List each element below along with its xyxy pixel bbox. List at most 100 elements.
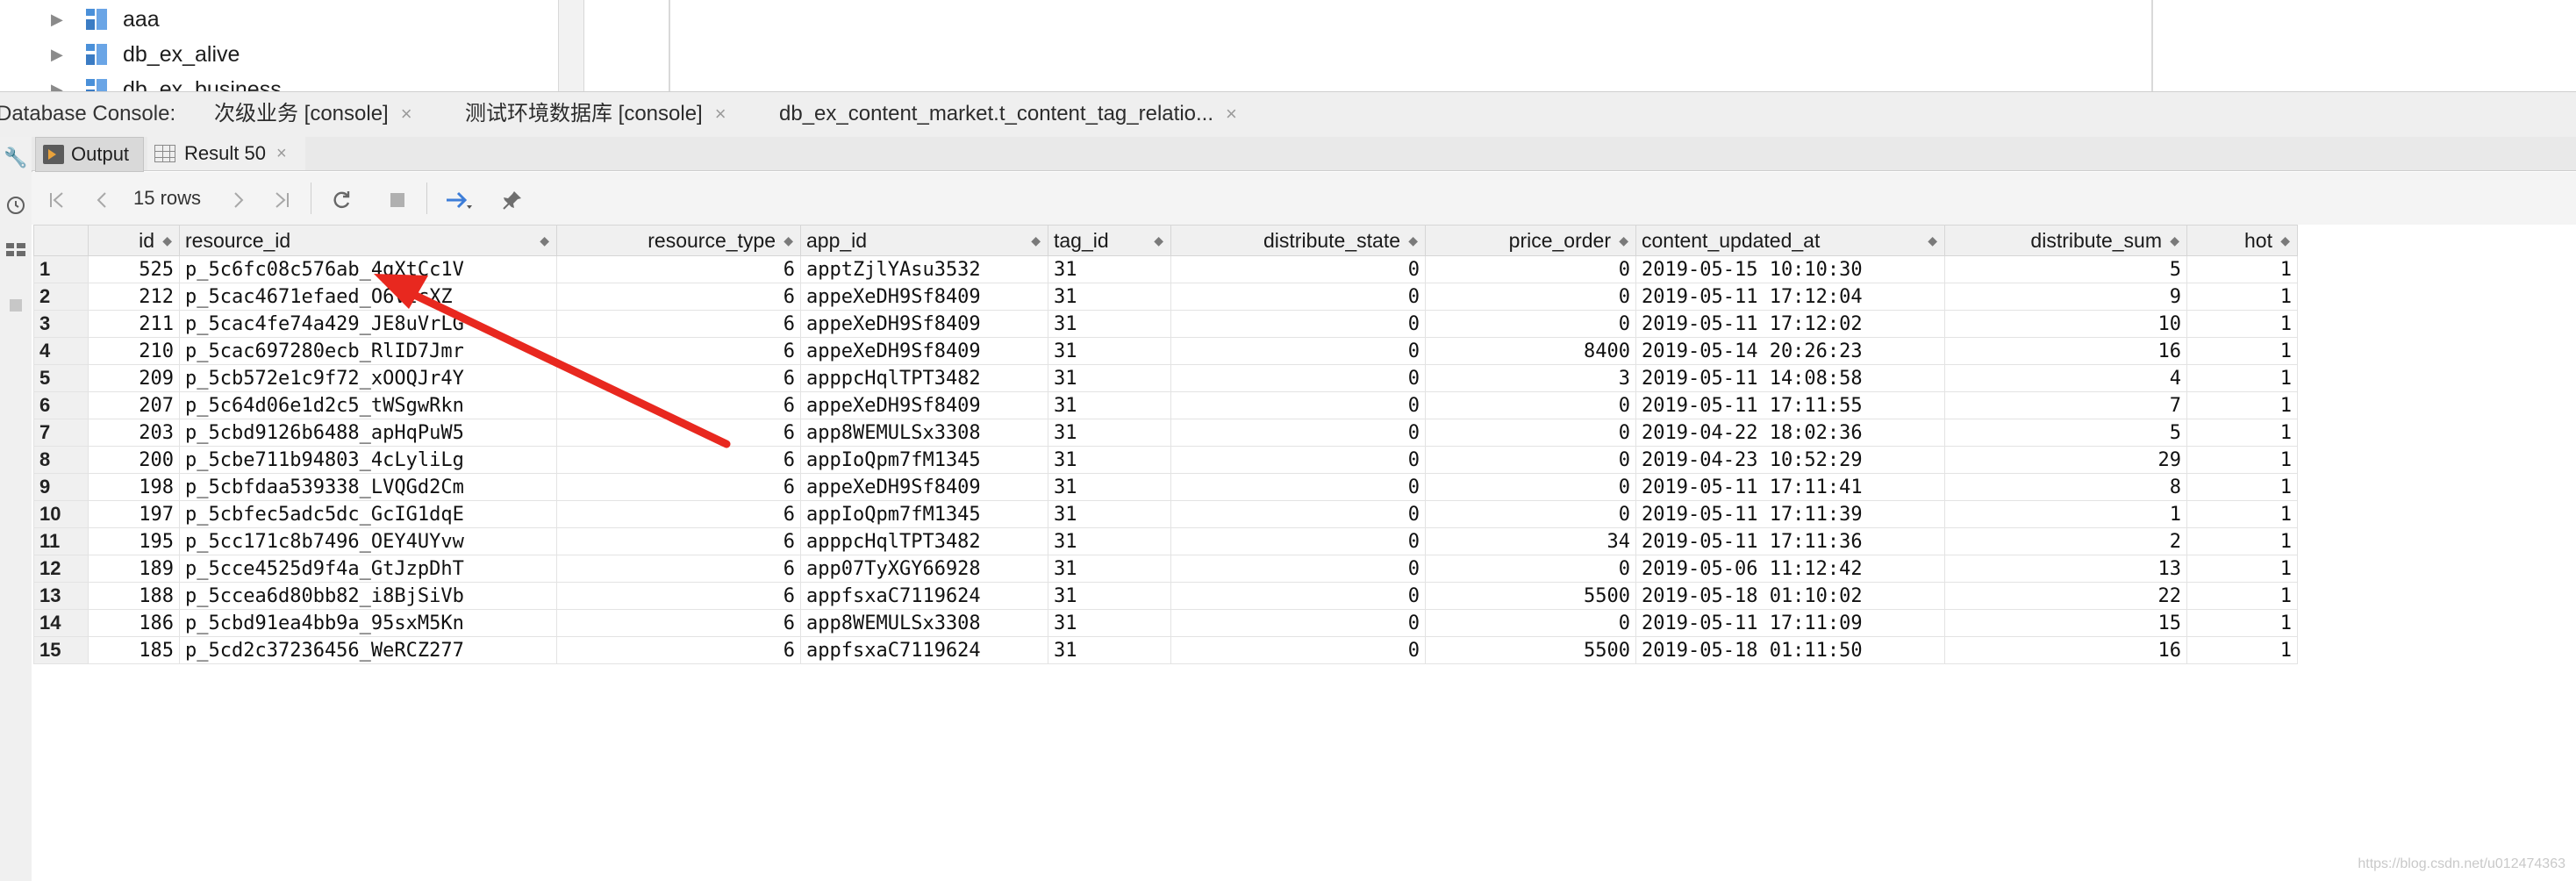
cell-id[interactable]: 188 (88, 582, 180, 610)
cell-id[interactable]: 200 (88, 446, 180, 474)
cell-price-order[interactable]: 5500 (1425, 582, 1636, 610)
sort-icon[interactable]: ◆ (784, 226, 793, 255)
column-header-distribute-state[interactable]: distribute_state ◆ (1170, 225, 1426, 256)
cell-distribute-sum[interactable]: 13 (1944, 555, 2187, 583)
cell-id[interactable]: 207 (88, 391, 180, 419)
row-number[interactable]: 3 (33, 310, 89, 338)
cell-resource-id[interactable]: p_5cac4fe74a429_JE8uVrLG (179, 310, 557, 338)
column-header-price-order[interactable]: price_order ◆ (1425, 225, 1636, 256)
cell-resource-type[interactable]: 6 (556, 255, 801, 283)
cell-content-updated-at[interactable]: 2019-04-22 18:02:36 (1635, 419, 1945, 447)
cell-id[interactable]: 209 (88, 364, 180, 392)
cell-app-id[interactable]: appeXeDH9Sf8409 (800, 310, 1048, 338)
cell-resource-id[interactable]: p_5cbe711b94803_4cLyliLg (179, 446, 557, 474)
cell-tag-id[interactable]: 31 (1048, 582, 1171, 610)
cell-app-id[interactable]: appfsxaC7119624 (800, 582, 1048, 610)
cell-resource-type[interactable]: 6 (556, 500, 801, 528)
table-row[interactable]: 14 186 p_5cbd91ea4bb9a_95sxM5Kn 6 app8WEMULS… (33, 609, 2298, 637)
row-number[interactable]: 9 (33, 473, 89, 501)
cell-tag-id[interactable]: 31 (1048, 446, 1171, 474)
cell-tag-id[interactable]: 31 (1048, 255, 1171, 283)
pin-icon[interactable] (498, 172, 526, 225)
table-row[interactable]: 13 188 p_5ccea6d80bb82_i8BjSiVb 6 appfsxaC71… (33, 582, 2298, 610)
cell-hot[interactable]: 1 (2186, 446, 2298, 474)
cell-tag-id[interactable]: 31 (1048, 473, 1171, 501)
cell-id[interactable]: 211 (88, 310, 180, 338)
cell-resource-type[interactable]: 6 (556, 636, 801, 664)
layout-icon[interactable] (4, 240, 28, 265)
sort-icon[interactable]: ◆ (1408, 226, 1418, 255)
row-number[interactable]: 10 (33, 500, 89, 528)
cell-resource-type[interactable]: 6 (556, 364, 801, 392)
cell-tag-id[interactable]: 31 (1048, 337, 1171, 365)
table-row[interactable]: 1 525 p_5c6fc08c576ab_4gXtCc1V 6 apptZjlYAsu… (33, 255, 2298, 283)
cell-resource-type[interactable]: 6 (556, 446, 801, 474)
table-row[interactable]: 5 209 p_5cb572e1c9f72_xOOQJr4Y 6 apppcHqlTPT… (33, 364, 2298, 392)
cell-distribute-sum[interactable]: 9 (1944, 283, 2187, 311)
row-number[interactable]: 11 (33, 527, 89, 555)
prev-page-icon[interactable] (89, 172, 114, 225)
cell-tag-id[interactable]: 31 (1048, 310, 1171, 338)
cell-content-updated-at[interactable]: 2019-05-11 17:11:36 (1635, 527, 1945, 555)
cell-distribute-sum[interactable]: 5 (1944, 255, 2187, 283)
row-count-label[interactable]: 15 rows (133, 172, 201, 225)
sort-icon[interactable]: ◆ (1154, 226, 1163, 255)
cell-id[interactable]: 195 (88, 527, 180, 555)
tab-output[interactable]: Output (35, 137, 144, 172)
column-header-hot[interactable]: hot ◆ (2186, 225, 2298, 256)
table-row[interactable]: 4 210 p_5cac697280ecb_RlID7Jmr 6 appeXeDH9Sf… (33, 337, 2298, 365)
cell-distribute-state[interactable]: 0 (1170, 310, 1426, 338)
cell-id[interactable]: 212 (88, 283, 180, 311)
cell-app-id[interactable]: apptZjlYAsu3532 (800, 255, 1048, 283)
row-number[interactable]: 4 (33, 337, 89, 365)
cell-tag-id[interactable]: 31 (1048, 555, 1171, 583)
cell-distribute-state[interactable]: 0 (1170, 391, 1426, 419)
column-header-content-updated-at[interactable]: content_updated_at ◆ (1635, 225, 1945, 256)
cell-distribute-state[interactable]: 0 (1170, 255, 1426, 283)
column-header-tag-id[interactable]: tag_id ◆ (1048, 225, 1171, 256)
cell-resource-id[interactable]: p_5cbd9126b6488_apHqPuW5 (179, 419, 557, 447)
cell-price-order[interactable]: 0 (1425, 255, 1636, 283)
cell-distribute-sum[interactable]: 22 (1944, 582, 2187, 610)
cell-distribute-state[interactable]: 0 (1170, 527, 1426, 555)
cell-resource-id[interactable]: p_5ccea6d80bb82_i8BjSiVb (179, 582, 557, 610)
cell-resource-type[interactable]: 6 (556, 609, 801, 637)
cell-tag-id[interactable]: 31 (1048, 609, 1171, 637)
cell-id[interactable]: 197 (88, 500, 180, 528)
cell-price-order[interactable]: 0 (1425, 310, 1636, 338)
table-row[interactable]: 10 197 p_5cbfec5adc5dc_GcIG1dqE 6 appIoQpm7f… (33, 500, 2298, 528)
table-row[interactable]: 8 200 p_5cbe711b94803_4cLyliLg 6 appIoQpm7fM… (33, 446, 2298, 474)
next-page-icon[interactable] (226, 172, 251, 225)
cell-distribute-state[interactable]: 0 (1170, 364, 1426, 392)
cell-hot[interactable]: 1 (2186, 255, 2298, 283)
cell-app-id[interactable]: appIoQpm7fM1345 (800, 500, 1048, 528)
sort-icon[interactable]: ◆ (2170, 226, 2179, 255)
cell-distribute-sum[interactable]: 4 (1944, 364, 2187, 392)
cell-resource-id[interactable]: p_5c6fc08c576ab_4gXtCc1V (179, 255, 557, 283)
expand-arrow-icon[interactable]: ▶ (51, 81, 68, 92)
cell-app-id[interactable]: app8WEMULSx3308 (800, 419, 1048, 447)
cell-distribute-state[interactable]: 0 (1170, 582, 1426, 610)
cell-distribute-sum[interactable]: 7 (1944, 391, 2187, 419)
cell-distribute-sum[interactable]: 5 (1944, 419, 2187, 447)
cell-hot[interactable]: 1 (2186, 582, 2298, 610)
cell-tag-id[interactable]: 31 (1048, 419, 1171, 447)
cell-hot[interactable]: 1 (2186, 337, 2298, 365)
column-header-resource-id[interactable]: resource_id ◆ (179, 225, 557, 256)
cell-distribute-sum[interactable]: 16 (1944, 636, 2187, 664)
sort-icon[interactable]: ◆ (2280, 226, 2290, 255)
row-number[interactable]: 8 (33, 446, 89, 474)
table-row[interactable]: 7 203 p_5cbd9126b6488_apHqPuW5 6 app8WEMULSx… (33, 419, 2298, 447)
cell-content-updated-at[interactable]: 2019-05-18 01:10:02 (1635, 582, 1945, 610)
cell-hot[interactable]: 1 (2186, 500, 2298, 528)
cell-resource-id[interactable]: p_5cce4525d9f4a_GtJzpDhT (179, 555, 557, 583)
close-icon[interactable]: × (276, 137, 287, 170)
table-row[interactable]: 3 211 p_5cac4fe74a429_JE8uVrLG 6 appeXeDH9Sf… (33, 310, 2298, 338)
cell-content-updated-at[interactable]: 2019-05-18 01:11:50 (1635, 636, 1945, 664)
cell-resource-id[interactable]: p_5cb572e1c9f72_xOOQJr4Y (179, 364, 557, 392)
column-header-distribute-sum[interactable]: distribute_sum ◆ (1944, 225, 2187, 256)
tab-secondary-console[interactable]: 次级业务 [console] × (214, 91, 412, 137)
cell-app-id[interactable]: appeXeDH9Sf8409 (800, 391, 1048, 419)
cell-content-updated-at[interactable]: 2019-05-11 17:12:04 (1635, 283, 1945, 311)
cell-hot[interactable]: 1 (2186, 364, 2298, 392)
